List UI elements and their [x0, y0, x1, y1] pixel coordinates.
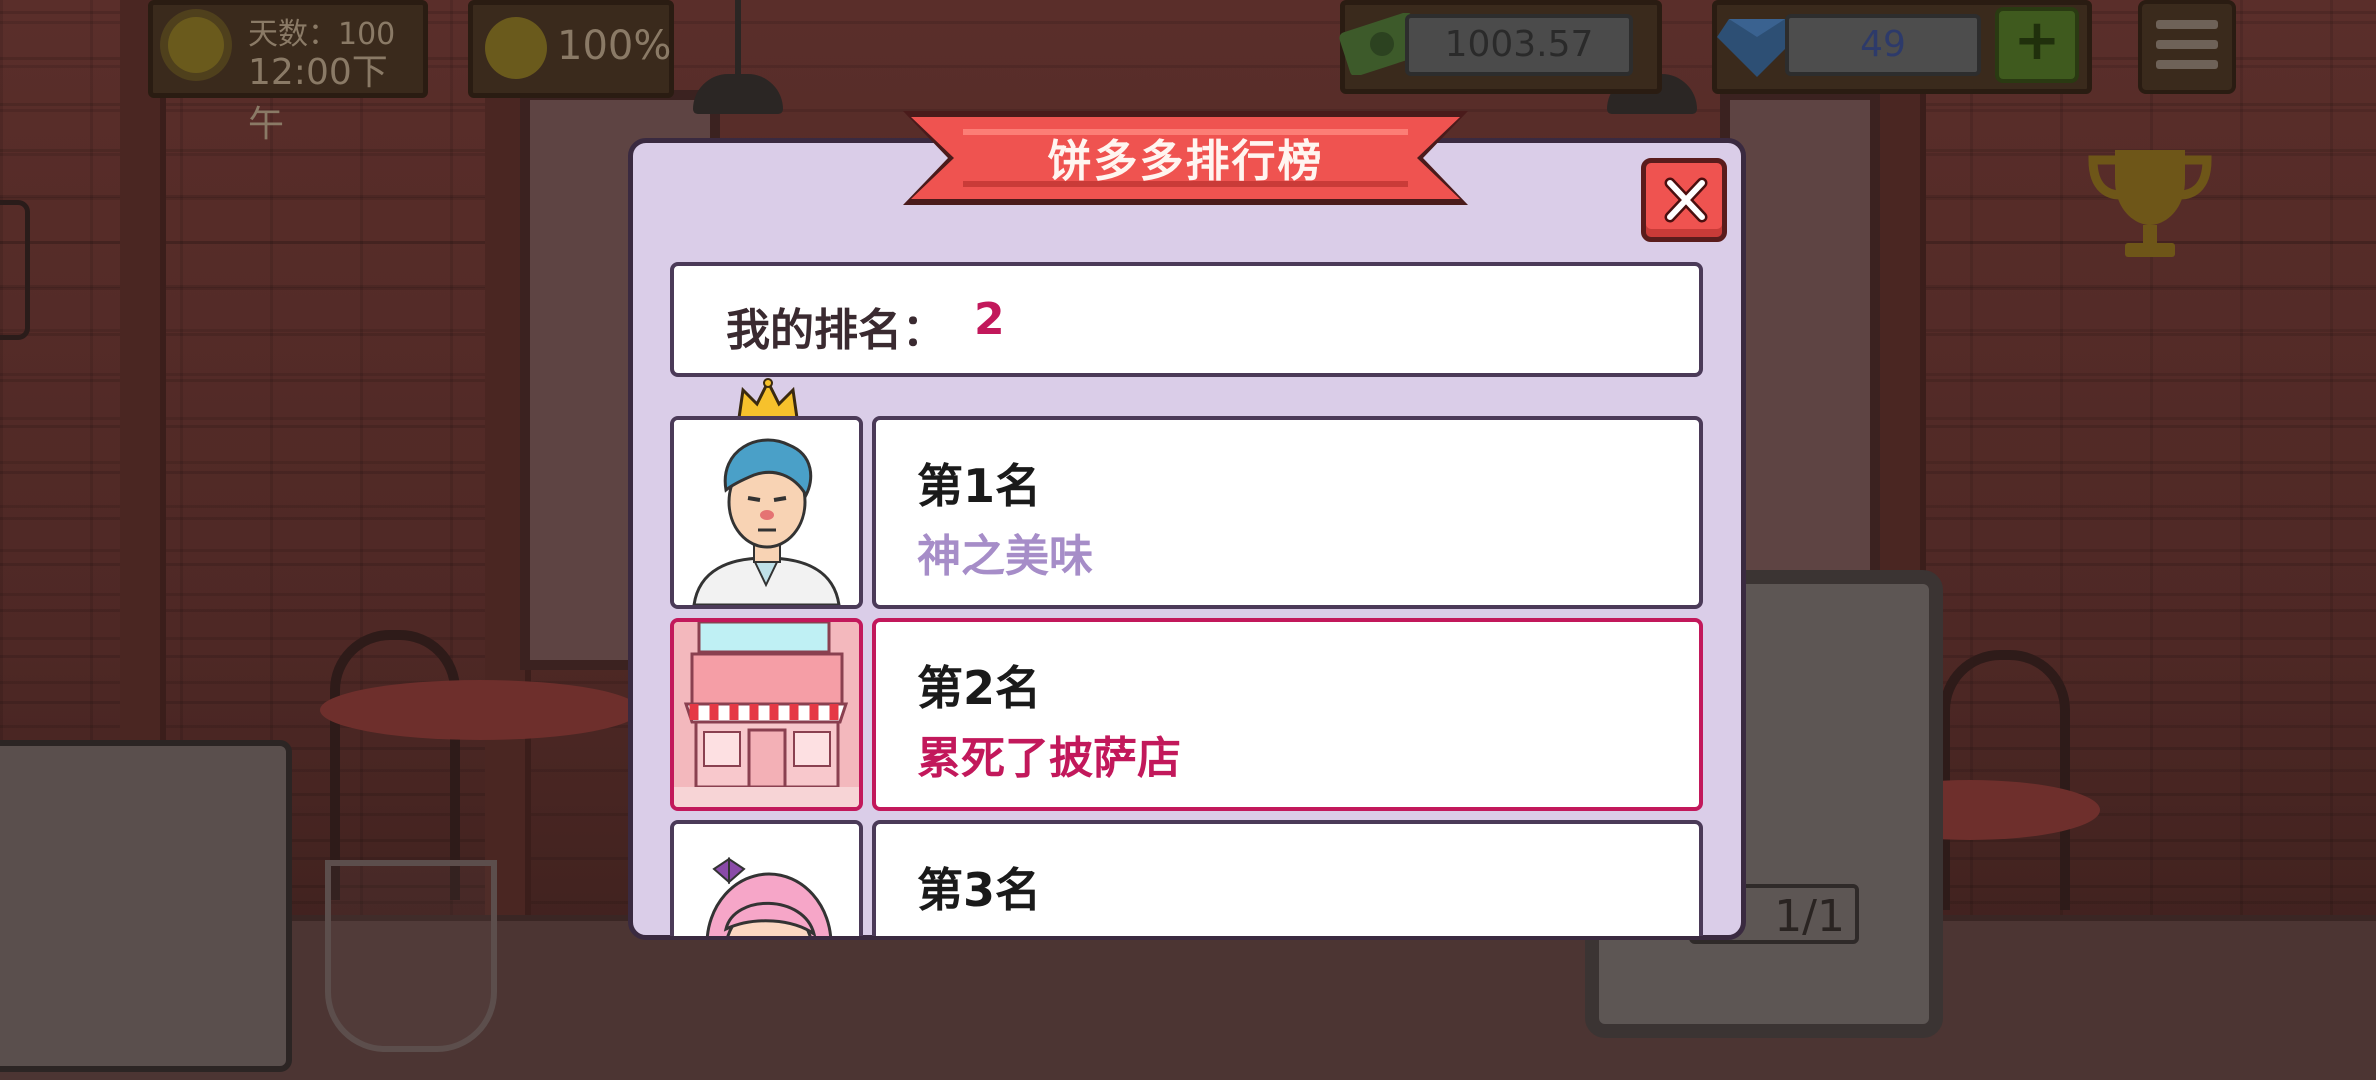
my-rank-value: 2: [974, 294, 1005, 345]
clock-time: 12:00下午: [248, 52, 388, 145]
satisfaction-value: 100%: [557, 23, 672, 69]
menu-icon: [2156, 20, 2218, 29]
leaderboard-row-1[interactable]: 第1名 神之美味: [872, 416, 1703, 609]
my-rank-bar: 我的排名： 2: [670, 262, 1703, 377]
glass-jar: [325, 860, 497, 1052]
shop-name: 神之美味: [917, 531, 1093, 582]
rank-label: 第2名: [917, 661, 1042, 715]
my-rank-label: 我的排名：: [726, 305, 946, 356]
rank-label: 第1名: [917, 459, 1042, 513]
satisfaction-panel: 100%: [468, 0, 674, 98]
leaderboard-avatar-2: [670, 618, 863, 811]
dialog-title-banner: 饼多多排行榜: [903, 103, 1468, 213]
leaderboard-row-2[interactable]: 第2名 累死了披萨店: [872, 618, 1703, 811]
girl-avatar-icon: [674, 824, 859, 936]
leaderboard-avatar-1: [670, 416, 863, 609]
leaderboard-row-3[interactable]: 第3名 ...: [872, 820, 1703, 936]
shop-name: 累死了披萨店: [917, 733, 1181, 784]
shop-name: ...: [917, 924, 967, 936]
ceiling-lamp: [693, 74, 783, 114]
day-time-panel: 天数：100 12:00下午: [148, 0, 428, 145]
table: [320, 680, 640, 740]
cash-panel: 1003.57: [1339, 0, 1662, 94]
cash-register: [0, 740, 292, 1072]
chef-avatar-icon: [674, 420, 859, 605]
gem-count: 49: [1785, 14, 1981, 76]
rank-label: 第3名: [917, 863, 1042, 917]
leaderboard-avatar-3: [670, 820, 863, 936]
shop-front-icon: [674, 622, 859, 807]
gem-panel: 49 +: [1712, 0, 2092, 94]
leaderboard-list[interactable]: 第1名 神之美味 第2名 累死了披萨店 第3名: [660, 400, 1720, 936]
close-button[interactable]: [1641, 158, 1727, 242]
cash-amount: 1003.57: [1405, 14, 1633, 76]
add-gems-button[interactable]: +: [1995, 7, 2079, 83]
dialog-title: 饼多多排行榜: [1047, 136, 1324, 187]
sun-icon: [168, 17, 224, 73]
menu-button[interactable]: [2138, 0, 2236, 94]
side-panel-tab[interactable]: [0, 200, 30, 340]
trophy-icon[interactable]: [2085, 140, 2215, 270]
smiley-icon: [485, 17, 547, 79]
close-icon: [1664, 177, 1708, 223]
